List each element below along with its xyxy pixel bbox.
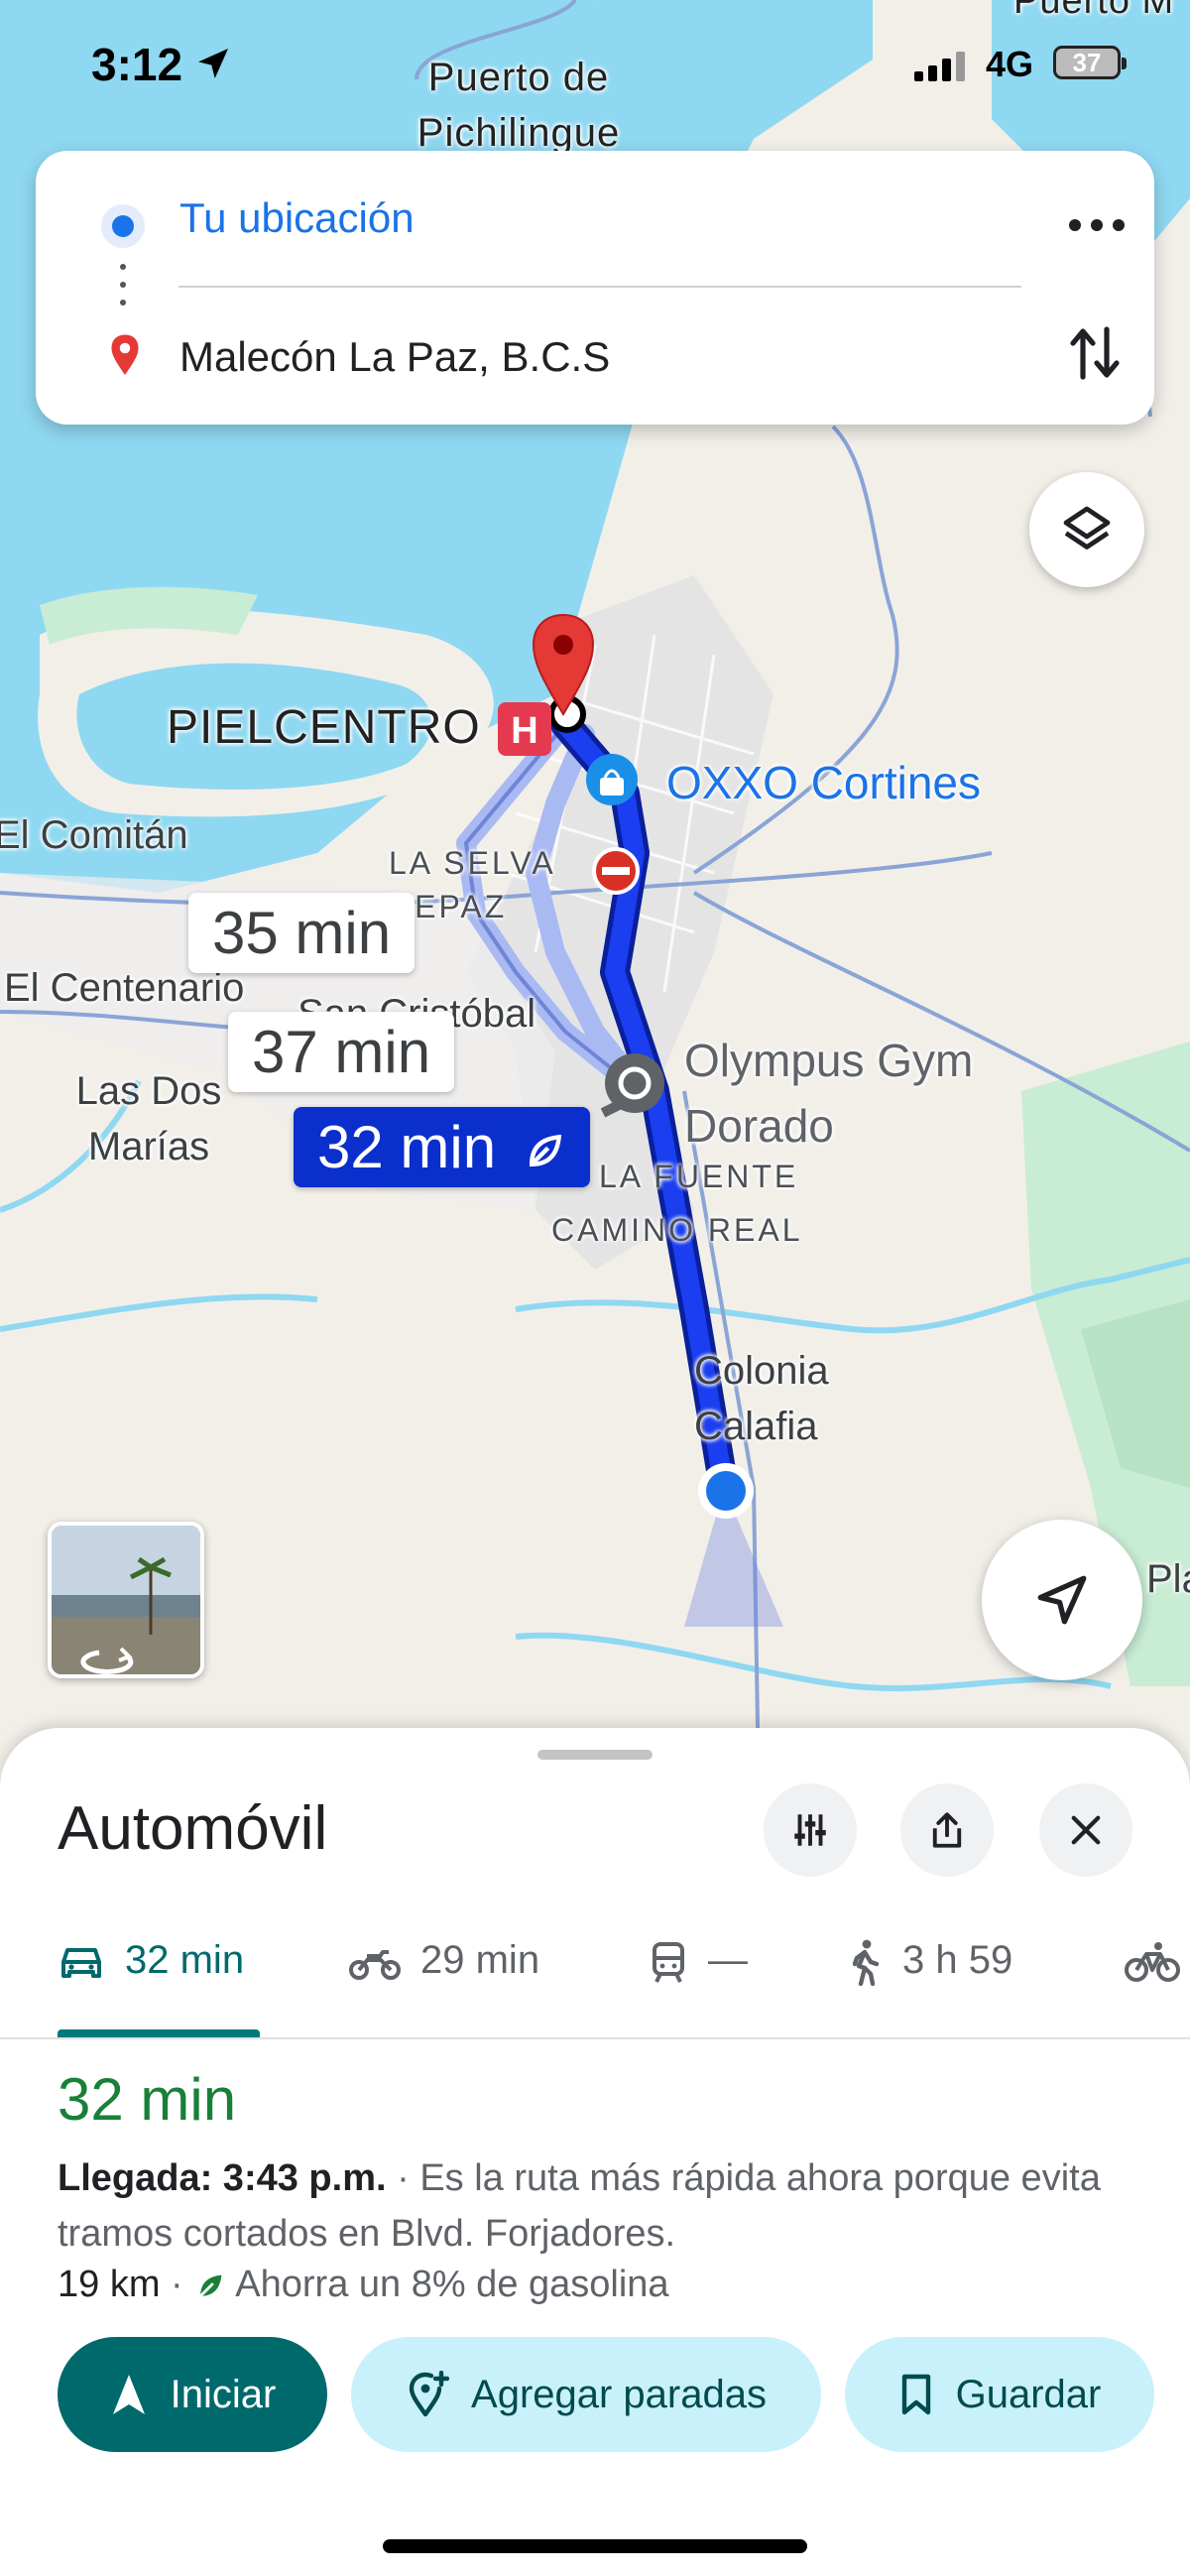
- directions-card: Tu ubicación Malecón La Paz, B.C.S: [36, 151, 1154, 425]
- shopping-bag-icon: [586, 754, 638, 805]
- layers-button[interactable]: [1029, 472, 1144, 587]
- route-alt-time-2[interactable]: 37 min: [228, 1012, 455, 1092]
- start-button[interactable]: Iniciar: [58, 2337, 327, 2452]
- tab-motorcycle-label: 29 min: [420, 1938, 540, 1982]
- save-button[interactable]: Guardar: [845, 2337, 1154, 2452]
- hospital-icon: H: [498, 702, 551, 756]
- directions-sheet: Automóvil 32 min 29 min — 3 h 59 32 min …: [0, 1728, 1190, 2576]
- tab-transit-label: —: [708, 1938, 748, 1982]
- eco-leaf-icon: [199, 2274, 222, 2297]
- location-arrow-icon: [198, 49, 228, 78]
- tab-car[interactable]: 32 min: [58, 1938, 244, 1983]
- route-distance: 19 km: [58, 2264, 161, 2305]
- bookmark-icon: [901, 2374, 930, 2415]
- recenter-button[interactable]: [982, 1520, 1142, 1680]
- route-main-time-label: 32 min: [317, 1114, 497, 1180]
- travel-mode-title: Automóvil: [58, 1794, 328, 1863]
- more-options-icon[interactable]: [1067, 210, 1127, 240]
- signal-icon: [914, 52, 965, 81]
- car-icon: [61, 1948, 101, 1979]
- tab-car-label: 32 min: [125, 1938, 245, 1982]
- swap-icon[interactable]: [1067, 321, 1123, 385]
- eco-leaf-icon: [529, 1135, 561, 1167]
- field-divider: [178, 286, 1021, 288]
- route-options-button[interactable]: [764, 1783, 857, 1877]
- travel-mode-tabs: 32 min 29 min — 3 h 59: [0, 1887, 1190, 2037]
- tab-transit[interactable]: —: [649, 1938, 748, 1984]
- save-button-label: Guardar: [955, 2372, 1102, 2416]
- map-label-olympus[interactable]: Olympus Gym Dorado: [684, 1028, 1041, 1159]
- street-view-thumbnail[interactable]: [48, 1522, 204, 1678]
- tabs-divider: [0, 2037, 1190, 2039]
- map-label-colonia: Colonia Calafia: [694, 1349, 829, 1448]
- start-button-label: Iniciar: [170, 2372, 277, 2416]
- map-label-comitan: El Comitán: [0, 813, 188, 857]
- arrival-time: Llegada: 3:43 p.m.: [58, 2157, 387, 2199]
- battery-icon: 37: [1053, 46, 1127, 79]
- route-alt-time-1[interactable]: 35 min: [188, 893, 416, 973]
- destination-marker-icon: [111, 334, 139, 375]
- add-stops-button[interactable]: Agregar paradas: [351, 2337, 821, 2452]
- route-duration: 32 min: [58, 2066, 237, 2133]
- share-icon: [932, 1812, 962, 1848]
- route-dots-icon: [119, 264, 127, 313]
- tab-walk[interactable]: 3 h 59: [847, 1938, 1013, 1987]
- home-indicator: [383, 2539, 807, 2553]
- route-main-time[interactable]: 32 min: [294, 1107, 590, 1187]
- map-label-camino-real: CAMINO REAL: [551, 1212, 803, 1248]
- add-location-icon: [409, 2371, 450, 2417]
- street-view-rotate-icon: [52, 1526, 200, 1674]
- tab-motorcycle[interactable]: 29 min: [349, 1938, 539, 1983]
- sliders-icon: [794, 1814, 826, 1846]
- layers-icon: [1063, 506, 1111, 550]
- map-label-pla: Pla: [1146, 1557, 1190, 1601]
- map-label-selva: LA SELVA DEPAZ: [389, 845, 554, 924]
- status-bar: 3:12 4G 37: [0, 0, 1190, 129]
- close-icon: [1071, 1815, 1101, 1845]
- map-label-pielcentro: PIELCENTRO: [167, 701, 481, 754]
- map-label-oxxo[interactable]: OXXO Cortines: [666, 756, 981, 809]
- distance-line: 19 km · Ahorra un 8% de gasolina: [58, 2264, 669, 2306]
- navigation-icon: [112, 2375, 145, 2414]
- origin-dot-icon: [101, 204, 145, 248]
- road-closed-icon: [592, 847, 640, 895]
- sheet-drag-handle[interactable]: [537, 1750, 653, 1760]
- active-tab-indicator: [58, 2029, 260, 2037]
- map-label-las-dos-marias: Las Dos Marías: [75, 1069, 222, 1168]
- separator-dot: ·: [160, 2264, 194, 2305]
- tab-walk-label: 3 h 59: [902, 1938, 1013, 1982]
- svg-text:H: H: [511, 710, 537, 752]
- transit-icon: [653, 1942, 684, 1984]
- destination-field[interactable]: Malecón La Paz, B.C.S: [179, 333, 610, 381]
- map-label-la-fuente: LA FUENTE: [599, 1159, 799, 1194]
- network-type: 4G: [986, 44, 1034, 84]
- close-button[interactable]: [1039, 1783, 1132, 1877]
- origin-field[interactable]: Tu ubicación: [179, 194, 415, 242]
- motorcycle-icon: [349, 1950, 401, 1981]
- route-details: Llegada: 3:43 p.m. · Es la ruta más rápi…: [58, 2150, 1138, 2262]
- status-time: 3:12: [91, 39, 183, 90]
- share-button[interactable]: [900, 1783, 994, 1877]
- bike-icon: [1125, 1942, 1180, 1983]
- fuel-saving: Ahorra un 8% de gasolina: [235, 2264, 669, 2305]
- navigation-arrow-icon: [1037, 1575, 1087, 1625]
- tab-bike[interactable]: [1125, 1938, 1190, 1984]
- add-stops-label: Agregar paradas: [471, 2372, 767, 2416]
- walk-icon: [852, 1940, 880, 1987]
